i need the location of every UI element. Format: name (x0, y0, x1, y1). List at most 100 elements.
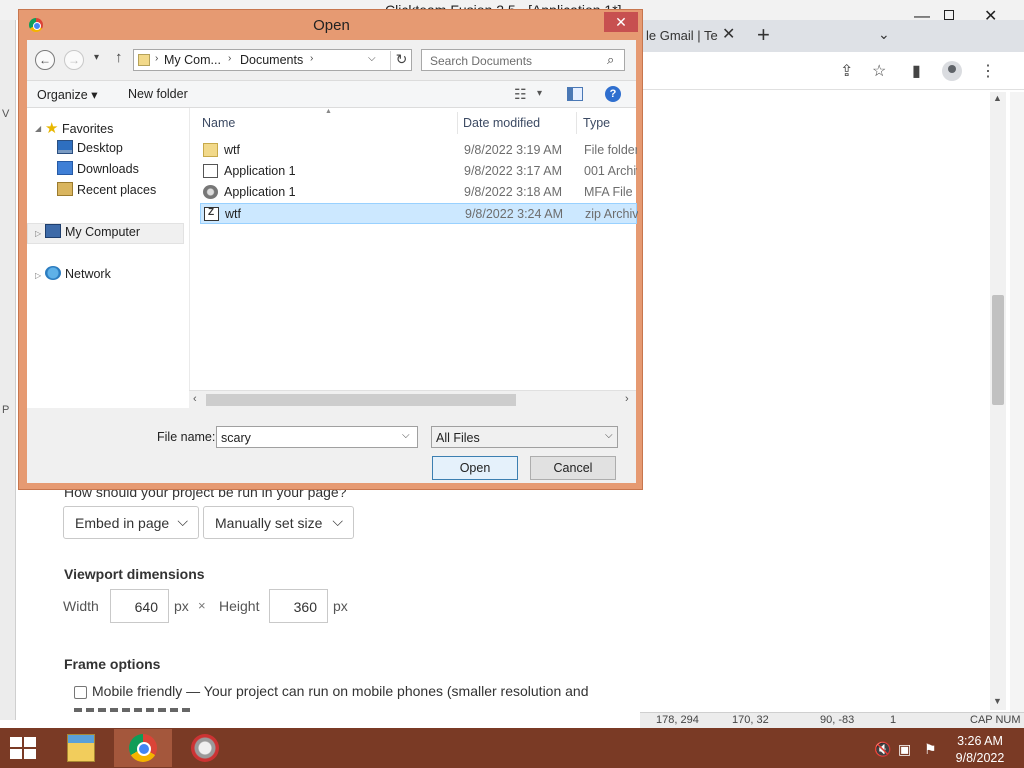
nav-desktop[interactable]: Desktop (57, 140, 123, 155)
zip-file-icon (204, 207, 219, 221)
column-divider[interactable] (457, 112, 458, 134)
cancel-button[interactable]: Cancel (530, 456, 616, 480)
open-dialog: Open ✕ ← → ▾ ↑ › My Com... › Documents ›… (18, 9, 643, 490)
file-type-dropdown-icon[interactable]: ⌵ (605, 430, 613, 441)
nav-network[interactable]: Network (45, 266, 111, 281)
collapse-icon[interactable]: ▷ (35, 271, 41, 280)
column-header-type[interactable]: Type (583, 116, 610, 130)
file-row[interactable]: wtf 9/8/2022 3:19 AM File folder (200, 140, 637, 161)
view-options-icon[interactable]: ☷ (514, 86, 527, 103)
collapse-icon[interactable]: ▷ (35, 229, 41, 238)
forward-button[interactable]: → (64, 50, 84, 70)
preview-pane-icon[interactable] (567, 87, 583, 101)
mfa-file-icon (203, 185, 218, 199)
file-name: Application 1 (224, 164, 296, 178)
file-row[interactable]: Application 1 9/8/2022 3:17 AM 001 Archi… (200, 161, 637, 182)
nav-favorites-label: Favorites (61, 122, 114, 136)
search-input[interactable]: Search Documents (421, 49, 625, 71)
file-name-dropdown-icon[interactable]: ⌵ (402, 430, 410, 441)
status-coord: 1 (890, 714, 897, 726)
file-date: 9/8/2022 3:17 AM (464, 164, 562, 178)
side-panel-icon[interactable]: ▮ (912, 61, 921, 81)
action-center-flag-icon[interactable]: ⚑ (924, 741, 937, 758)
breadcrumb-documents[interactable]: Documents (240, 53, 303, 67)
taskbar-file-explorer[interactable] (52, 729, 110, 767)
new-tab-button[interactable]: + (757, 22, 770, 48)
view-dropdown-icon[interactable]: ▾ (537, 88, 542, 99)
scroll-left-icon[interactable]: ‹ (193, 393, 197, 405)
taskbar-clock[interactable]: 3:26 AM 9/8/2022 (948, 733, 1012, 767)
address-dropdown-icon[interactable]: ⌵ (368, 53, 376, 64)
nav-favorites[interactable]: ★ Favorites (45, 119, 113, 137)
new-folder-button[interactable]: New folder (128, 87, 188, 101)
start-button[interactable] (10, 737, 38, 761)
horizontal-scrollbar[interactable]: ‹ › (189, 390, 636, 408)
file-date: 9/8/2022 3:24 AM (465, 207, 563, 221)
maximize-button[interactable] (944, 10, 954, 20)
mobile-friendly-checkbox[interactable] (74, 686, 87, 699)
nav-recent-places[interactable]: Recent places (57, 182, 156, 197)
column-header-name[interactable]: Name (202, 116, 235, 130)
address-bar[interactable]: › My Com... › Documents › ⌵ ↻ (133, 49, 412, 71)
recent-places-icon (57, 182, 73, 196)
horizontal-scrollbar-thumb[interactable] (206, 394, 516, 406)
size-mode-dropdown[interactable]: Manually set size ⌵ (203, 506, 354, 539)
search-icon[interactable]: ⌕ (607, 52, 614, 68)
file-type-select[interactable]: All Files (431, 426, 618, 448)
chevron-down-icon: ⌵ (177, 513, 188, 529)
taskbar-chrome[interactable] (114, 729, 172, 767)
scroll-up-icon[interactable]: ▲ (993, 93, 1002, 103)
file-row-selected[interactable]: wtf 9/8/2022 3:24 AM zip Archive (200, 203, 638, 224)
file-type: MFA File (584, 185, 633, 199)
scroll-right-icon[interactable]: › (625, 393, 629, 405)
dialog-body: ← → ▾ ↑ › My Com... › Documents › ⌵ ↻ Se… (27, 40, 638, 483)
width-input[interactable]: 640 (110, 589, 169, 623)
refresh-icon[interactable]: ↻ (390, 51, 412, 70)
volume-muted-icon[interactable]: 🔇 (874, 741, 891, 758)
share-icon[interactable]: ⇪ (840, 61, 853, 81)
taskbar-clickteam-fusion[interactable] (176, 729, 234, 767)
computer-icon (45, 224, 61, 238)
menu-icon[interactable]: ⋮ (980, 61, 996, 81)
clock-date: 9/8/2022 (955, 751, 1005, 765)
nav-my-computer[interactable]: My Computer (45, 224, 140, 239)
organize-button[interactable]: Organize ▾ (37, 87, 97, 102)
dialog-close-button[interactable]: ✕ (604, 12, 638, 32)
column-header-date[interactable]: Date modified (463, 116, 540, 130)
status-coord: 178, 294 (656, 714, 699, 726)
status-coord: 170, 32 (732, 714, 769, 726)
mobile-friendly-label: Mobile friendly — Your project can run o… (92, 683, 589, 699)
nav-downloads-label: Downloads (77, 162, 139, 176)
network-icon[interactable]: ▣ (898, 741, 911, 758)
tab-close-icon[interactable]: ✕ (722, 24, 735, 44)
bookmark-star-icon[interactable]: ☆ (872, 61, 886, 81)
recent-locations-icon[interactable]: ▾ (94, 52, 99, 63)
page-scrollbar-thumb[interactable] (992, 295, 1004, 405)
navigation-pane: ◢ ★ Favorites Desktop Downloads Recent p… (27, 108, 189, 408)
scroll-down-icon[interactable]: ▼ (993, 696, 1002, 706)
embed-mode-dropdown[interactable]: Embed in page ⌵ (63, 506, 199, 539)
height-input[interactable]: 360 (269, 589, 328, 623)
status-caps: CAP NUM (970, 714, 1021, 726)
back-button[interactable]: ← (35, 50, 55, 70)
archive-file-icon (203, 164, 218, 178)
nav-downloads[interactable]: Downloads (57, 161, 139, 176)
file-date: 9/8/2022 3:19 AM (464, 143, 562, 157)
up-folder-button[interactable]: ↑ (115, 49, 123, 66)
column-divider[interactable] (576, 112, 577, 134)
tab-search-icon[interactable]: ⌄ (878, 26, 890, 43)
size-mode-value: Manually set size (215, 515, 323, 531)
browser-toolbar (640, 52, 1024, 90)
chevron-right-icon: › (155, 53, 159, 64)
file-name-input[interactable]: scary (216, 426, 418, 448)
chevron-down-icon: ⌵ (332, 513, 343, 529)
file-row[interactable]: Application 1 9/8/2022 3:18 AM MFA File (200, 182, 637, 203)
expand-icon[interactable]: ◢ (35, 124, 41, 133)
breadcrumb-my-computer[interactable]: My Com... (164, 53, 221, 67)
open-button[interactable]: Open (432, 456, 518, 480)
left-marker: P (2, 404, 10, 416)
profile-avatar[interactable] (942, 61, 962, 81)
file-explorer-icon (67, 734, 95, 762)
help-icon[interactable]: ? (605, 86, 621, 102)
file-name: Application 1 (224, 185, 296, 199)
